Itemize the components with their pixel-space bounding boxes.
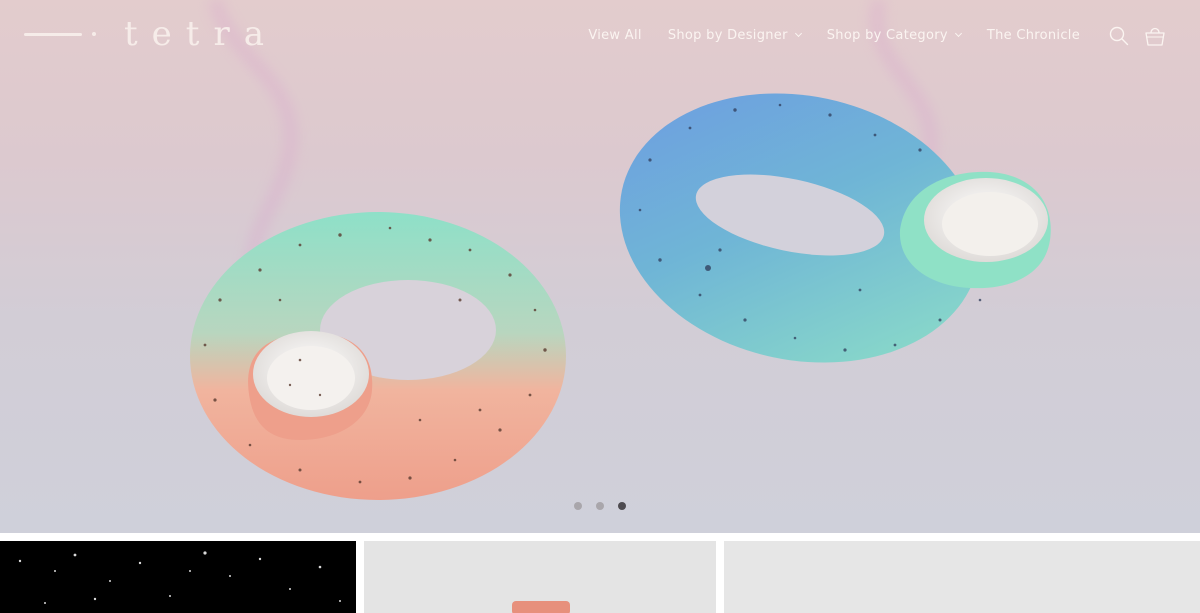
product-tile-3[interactable] — [724, 541, 1200, 613]
nav-the-chronicle[interactable]: The Chronicle — [987, 28, 1080, 43]
carousel-dot-2[interactable] — [596, 502, 604, 510]
hero-slideshow — [0, 0, 1200, 533]
carousel-dot-3[interactable] — [618, 502, 626, 510]
tile-2-image — [512, 601, 570, 613]
nav-view-all[interactable]: View All — [588, 28, 642, 43]
search-icon[interactable] — [1108, 25, 1130, 47]
hero-image — [190, 0, 1051, 500]
product-tile-2[interactable] — [364, 541, 716, 613]
logo-dot — [92, 32, 96, 36]
chevron-down-icon — [794, 29, 802, 38]
shopping-bag-icon[interactable] — [1143, 24, 1167, 48]
nav-shop-by-category-label: Shop by Category — [826, 27, 948, 43]
chevron-down-icon — [954, 29, 962, 38]
tile-1-image — [18, 551, 341, 604]
brand-logo[interactable]: tetra — [24, 14, 278, 54]
product-tile-1[interactable] — [0, 541, 356, 613]
carousel-dot-1[interactable] — [574, 502, 582, 510]
site-header: tetra View All Shop by Designer Shop by … — [0, 0, 1200, 72]
ceramic-pipe-right — [619, 93, 1051, 363]
main-nav: View All Shop by Designer Shop by Catego… — [562, 24, 1080, 46]
carousel-dots — [574, 502, 640, 510]
nav-view-all-label: View All — [588, 27, 642, 43]
nav-the-chronicle-label: The Chronicle — [986, 27, 1080, 43]
nav-shop-by-designer[interactable]: Shop by Designer — [667, 27, 802, 43]
ceramic-pipe-left — [190, 212, 566, 500]
logo-line — [24, 32, 82, 36]
nav-shop-by-designer-label: Shop by Designer — [667, 27, 788, 43]
brand-name: tetra — [124, 14, 278, 54]
nav-shop-by-category[interactable]: Shop by Category — [826, 27, 962, 43]
